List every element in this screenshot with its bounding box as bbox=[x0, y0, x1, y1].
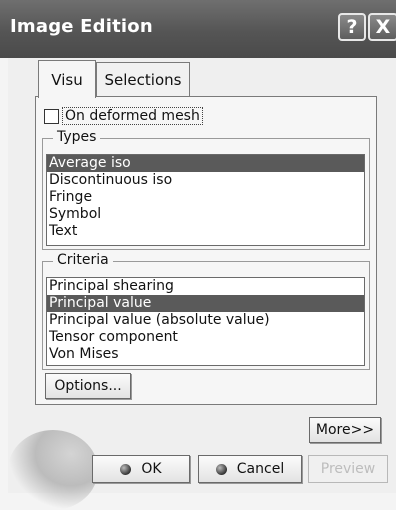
decorative-swirl bbox=[8, 430, 98, 510]
cancel-icon bbox=[215, 463, 227, 475]
list-item[interactable]: Principal shearing bbox=[47, 278, 364, 295]
list-item[interactable]: Von Mises bbox=[47, 346, 364, 363]
criteria-legend: Criteria bbox=[53, 252, 113, 268]
help-button[interactable]: ? bbox=[338, 13, 366, 41]
tab-visu[interactable]: Visu bbox=[38, 60, 96, 98]
list-item[interactable]: Average iso bbox=[47, 155, 364, 172]
tab-selections-label: Selections bbox=[104, 70, 182, 89]
list-item[interactable]: Text bbox=[47, 223, 364, 240]
list-item[interactable]: Principal value bbox=[47, 295, 364, 312]
on-deformed-mesh-row[interactable]: On deformed mesh bbox=[44, 106, 203, 126]
list-item[interactable]: Tensor component bbox=[47, 329, 364, 346]
list-item[interactable]: Symbol bbox=[47, 206, 364, 223]
options-button-label: Options... bbox=[54, 378, 122, 394]
cancel-button[interactable]: Cancel bbox=[198, 455, 302, 483]
list-item[interactable]: Fringe bbox=[47, 189, 364, 206]
tab-visu-label: Visu bbox=[51, 70, 83, 89]
ok-button-label: OK bbox=[141, 461, 162, 477]
types-legend: Types bbox=[53, 129, 101, 145]
ok-button[interactable]: OK bbox=[92, 455, 190, 483]
help-icon: ? bbox=[346, 16, 358, 38]
on-deformed-mesh-checkbox[interactable] bbox=[44, 108, 59, 124]
more-button-label: More>> bbox=[315, 422, 375, 438]
options-button[interactable]: Options... bbox=[45, 373, 131, 399]
preview-button[interactable]: Preview bbox=[308, 455, 388, 483]
title-bar: Image Edition ? X bbox=[0, 0, 396, 58]
ok-icon bbox=[120, 463, 132, 475]
list-item[interactable]: Discontinuous iso bbox=[47, 172, 364, 189]
close-icon: X bbox=[375, 16, 391, 38]
on-deformed-mesh-label[interactable]: On deformed mesh bbox=[62, 107, 203, 125]
list-item[interactable]: Principal value (absolute value) bbox=[47, 312, 364, 329]
more-button[interactable]: More>> bbox=[309, 417, 381, 443]
window-title: Image Edition bbox=[10, 16, 153, 37]
criteria-list[interactable]: Principal shearing Principal value Princip… bbox=[46, 277, 365, 366]
cancel-button-label: Cancel bbox=[236, 461, 285, 477]
tab-selections[interactable]: Selections bbox=[96, 62, 190, 96]
close-button[interactable]: X bbox=[368, 13, 396, 41]
preview-button-label: Preview bbox=[320, 461, 376, 477]
types-list[interactable]: Average iso Discontinuous iso Fringe Symbol… bbox=[46, 154, 365, 246]
